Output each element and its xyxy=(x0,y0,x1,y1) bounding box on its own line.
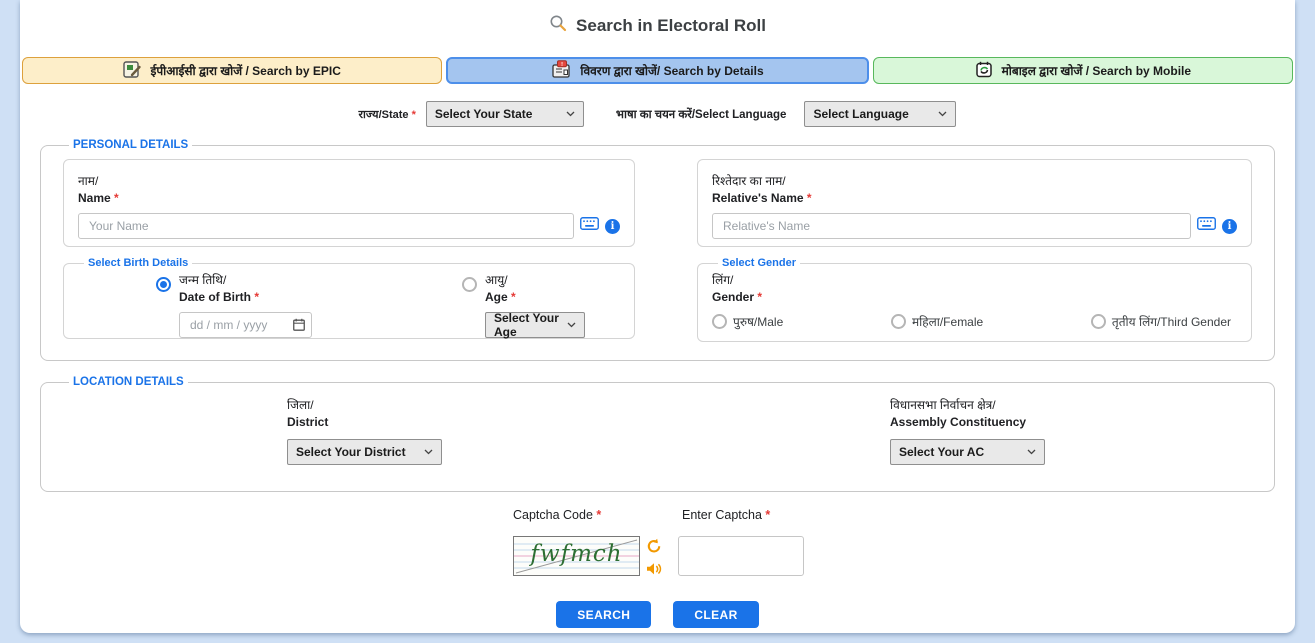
captcha-labels-row: Captcha Code * Enter Captcha * xyxy=(513,508,1295,522)
birth-details-section: Select Birth Details जन्म तिथि/ Date of … xyxy=(63,257,635,339)
name-input[interactable] xyxy=(78,213,574,239)
state-language-row: राज्य/State * Select Your State भाषा का … xyxy=(20,101,1295,127)
gender-option-female[interactable]: महिला/Female xyxy=(891,313,983,330)
district-select[interactable]: Select Your District xyxy=(287,439,442,465)
search-button[interactable]: SEARCH xyxy=(556,601,651,628)
keyboard-icon[interactable] xyxy=(1197,217,1216,235)
main-card: Search in Electoral Roll ईपीआईसी द्वारा … xyxy=(20,0,1295,633)
language-label: भाषा का चयन करें/Select Language xyxy=(616,107,787,122)
ac-label-hi: विधानसभा निर्वाचन क्षेत्र/ xyxy=(890,396,1050,413)
age-select-value: Select Your Age xyxy=(494,311,567,339)
district-label-hi: जिला/ xyxy=(287,396,447,413)
language-select-value: Select Language xyxy=(813,107,908,121)
assembly-constituency-field: विधानसभा निर्वाचन क्षेत्र/ Assembly Cons… xyxy=(890,396,1050,465)
chevron-down-icon xyxy=(567,322,576,328)
district-label-en: District xyxy=(287,415,447,429)
tab-label: मोबाइल द्वारा खोजें / Search by Mobile xyxy=(1002,62,1192,79)
tab-label: ईपीआईसी द्वारा खोजें / Search by EPIC xyxy=(150,62,340,79)
info-icon[interactable]: i xyxy=(605,219,620,234)
district-select-value: Select Your District xyxy=(296,445,406,459)
mobile-icon xyxy=(975,61,995,81)
age-radio[interactable] xyxy=(462,277,477,292)
relative-name-input[interactable] xyxy=(712,213,1191,239)
birth-details-legend: Select Birth Details xyxy=(84,257,192,269)
state-label: राज्य/State * xyxy=(359,107,416,122)
search-icon xyxy=(549,14,567,37)
details-card-icon: ! xyxy=(551,60,573,81)
district-field: जिला/ District Select Your District xyxy=(287,396,447,465)
captcha-row: fwfmch xyxy=(513,536,1295,581)
speaker-icon[interactable] xyxy=(646,562,662,581)
location-details-legend: LOCATION DETAILS xyxy=(69,376,188,388)
search-mode-tabs: ईपीआईसी द्वारा खोजें / Search by EPIC ! … xyxy=(20,57,1295,84)
captcha-image: fwfmch xyxy=(513,536,640,576)
gender-label-hi: लिंग/ xyxy=(712,271,1237,288)
age-select[interactable]: Select Your Age xyxy=(485,312,585,338)
page-header: Search in Electoral Roll xyxy=(20,0,1295,37)
third-gender-radio[interactable] xyxy=(1091,314,1106,329)
assembly-constituency-select[interactable]: Select Your AC xyxy=(890,439,1045,465)
tab-search-by-mobile[interactable]: मोबाइल द्वारा खोजें / Search by Mobile xyxy=(873,57,1293,84)
gender-option-male[interactable]: पुरुष/Male xyxy=(712,313,783,330)
location-details-section: LOCATION DETAILS जिला/ District Select Y… xyxy=(40,376,1275,492)
name-field-card: नाम/ Name * i xyxy=(63,159,635,247)
gender-section: Select Gender लिंग/ Gender * पुरुष/Male … xyxy=(697,257,1252,342)
gender-label-en: Gender * xyxy=(712,290,1237,304)
chevron-down-icon xyxy=(424,449,433,455)
dob-radio[interactable] xyxy=(156,277,171,292)
clear-button[interactable]: CLEAR xyxy=(673,601,758,628)
action-buttons: SEARCH CLEAR xyxy=(20,601,1295,628)
dob-label-hi: जन्म तिथि/ xyxy=(179,271,259,288)
age-label-hi: आयु/ xyxy=(485,271,516,288)
name-label-en: Name * xyxy=(78,191,620,205)
tab-search-by-epic[interactable]: ईपीआईसी द्वारा खोजें / Search by EPIC xyxy=(22,57,442,84)
male-radio[interactable] xyxy=(712,314,727,329)
keyboard-icon[interactable] xyxy=(580,217,599,235)
chevron-down-icon xyxy=(938,111,947,117)
ac-select-value: Select Your AC xyxy=(899,445,984,459)
age-label-en: Age * xyxy=(485,290,516,304)
calendar-icon[interactable] xyxy=(293,318,305,336)
ac-label-en: Assembly Constituency xyxy=(890,415,1050,429)
relative-label-hi: रिश्तेदार का नाम/ xyxy=(712,172,1237,189)
state-select[interactable]: Select Your State xyxy=(426,101,584,127)
personal-details-section: PERSONAL DETAILS नाम/ Name * i रिश्तेदार… xyxy=(40,139,1275,361)
personal-details-legend: PERSONAL DETAILS xyxy=(69,139,192,151)
gender-legend: Select Gender xyxy=(718,257,800,269)
relative-name-field-card: रिश्तेदार का नाम/ Relative's Name * i xyxy=(697,159,1252,247)
female-radio[interactable] xyxy=(891,314,906,329)
enter-captcha-label: Enter Captcha * xyxy=(682,508,770,522)
relative-label-en: Relative's Name * xyxy=(712,191,1237,205)
tab-label: विवरण द्वारा खोजें/ Search by Details xyxy=(580,62,763,79)
gender-option-third-gender[interactable]: तृतीय लिंग/Third Gender xyxy=(1091,313,1231,330)
page-title: Search in Electoral Roll xyxy=(576,16,766,36)
name-label-hi: नाम/ xyxy=(78,172,620,189)
enter-captcha-input[interactable] xyxy=(678,536,804,576)
refresh-icon[interactable] xyxy=(646,538,662,559)
epic-card-icon xyxy=(123,61,143,81)
chevron-down-icon xyxy=(566,111,575,117)
tab-search-by-details[interactable]: ! विवरण द्वारा खोजें/ Search by Details xyxy=(446,57,868,84)
dob-label-en: Date of Birth * xyxy=(179,290,259,304)
captcha-text: fwfmch xyxy=(514,541,639,567)
captcha-code-label: Captcha Code * xyxy=(513,508,682,522)
info-icon[interactable]: i xyxy=(1222,219,1237,234)
language-select[interactable]: Select Language xyxy=(804,101,956,127)
state-select-value: Select Your State xyxy=(435,107,533,121)
svg-text:!: ! xyxy=(561,62,563,68)
chevron-down-icon xyxy=(1027,449,1036,455)
